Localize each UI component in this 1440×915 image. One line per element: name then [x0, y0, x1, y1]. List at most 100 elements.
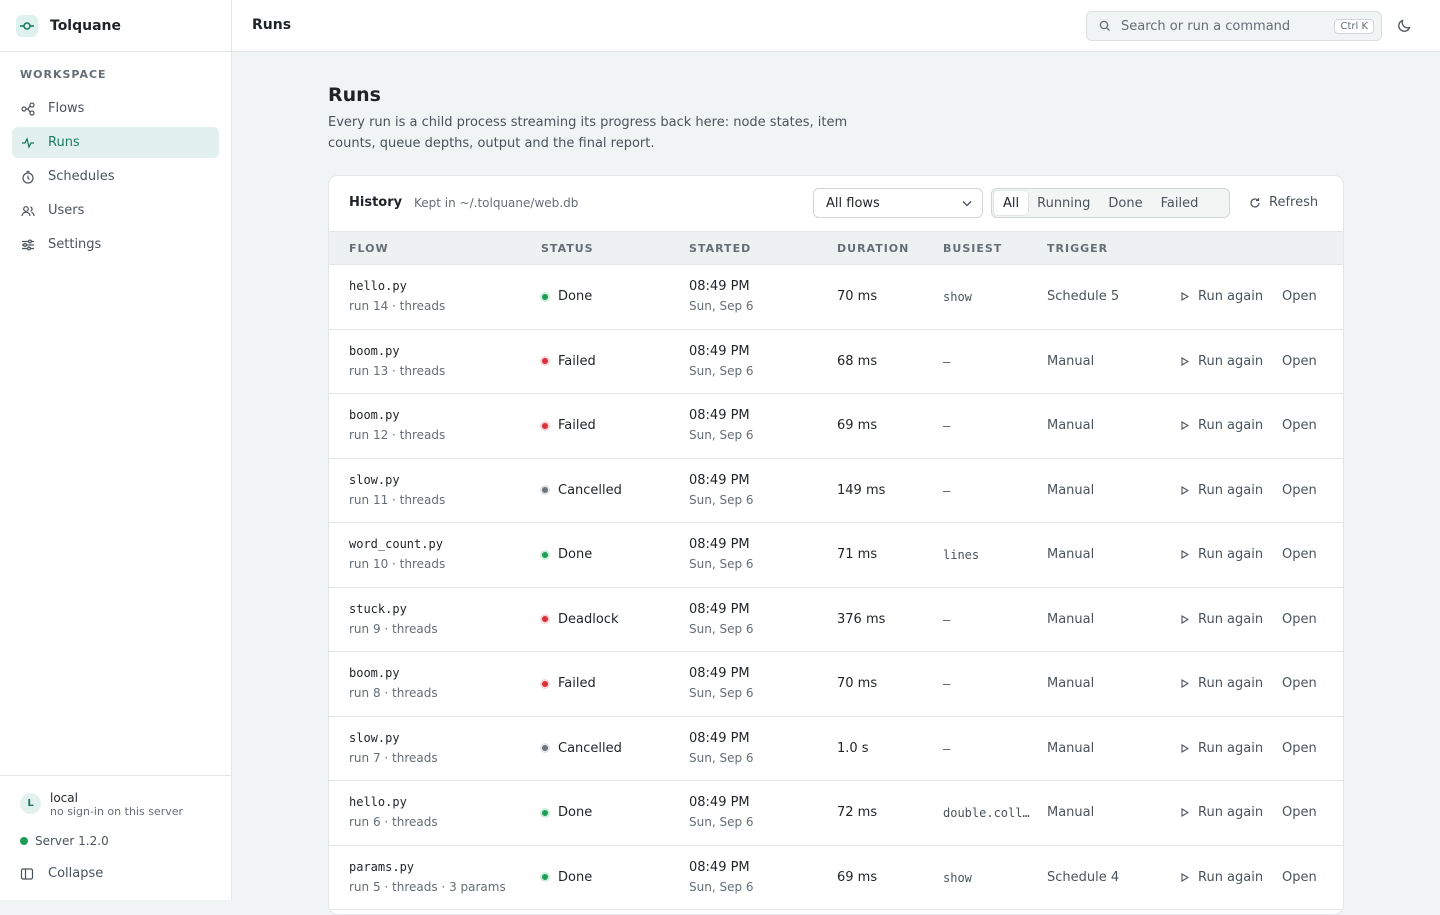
user-card[interactable]: L local no sign-in on this server	[20, 792, 183, 819]
busiest-node: —	[943, 677, 951, 691]
filter-failed[interactable]: Failed	[1152, 191, 1208, 215]
brand[interactable]: Tolquane	[0, 0, 231, 52]
status-dot-icon	[540, 291, 550, 302]
trigger: Manual	[1047, 353, 1095, 369]
filter-running[interactable]: Running	[1028, 191, 1099, 215]
duration: 69 ms	[837, 418, 878, 433]
open-button[interactable]: Open	[1282, 354, 1317, 369]
run-again-label: Run again	[1198, 547, 1264, 562]
refresh-button[interactable]: Refresh	[1249, 195, 1318, 210]
sidebar-item-schedules[interactable]: Schedules	[12, 161, 219, 192]
open-button[interactable]: Open	[1282, 805, 1317, 820]
sidebar-item-label: Schedules	[48, 169, 115, 184]
run-again-button[interactable]: Run again	[1181, 483, 1263, 498]
run-again-label: Run again	[1198, 611, 1264, 627]
topbar: Runs Search or run a command Ctrl K	[232, 0, 1440, 52]
table-row[interactable]: hello.py run 14 · threads Done 08:49 PM …	[329, 265, 1343, 330]
sidebar-item-settings[interactable]: Settings	[12, 229, 219, 260]
run-info: run 13 · threads	[349, 363, 446, 378]
table-body: hello.py run 14 · threads Done 08:49 PM …	[329, 265, 1343, 910]
duration: 376 ms	[837, 611, 886, 627]
busiest-node: —	[943, 741, 951, 756]
started-cell: 08:49 PM Sun, Sep 6	[689, 344, 754, 378]
run-again-button[interactable]: Run again	[1181, 676, 1263, 691]
open-button[interactable]: Open	[1282, 547, 1317, 562]
started-date: Sun, Sep 6	[689, 750, 754, 765]
busiest-node: —	[943, 612, 951, 627]
flow-filter-select[interactable]: All flows	[813, 188, 983, 218]
collapse-button[interactable]: Collapse	[20, 866, 103, 881]
table-row[interactable]: slow.py run 11 · threads Cancelled 08:49…	[329, 459, 1343, 523]
started-time: 08:49 PM	[689, 730, 750, 746]
sidebar-item-label: Settings	[48, 237, 102, 252]
duration: 1.0 s	[837, 740, 869, 756]
table-row[interactable]: params.py run 5 · threads · 3 params Don…	[329, 846, 1343, 910]
flow-cell: stuck.py run 9 · threads	[349, 602, 438, 636]
run-again-label: Run again	[1198, 482, 1264, 498]
table-row[interactable]: boom.py run 13 · threads Failed 08:49 PM…	[329, 330, 1343, 394]
history-location: Kept in ~/.tolquane/web.db	[414, 196, 579, 210]
status-badge: Done	[540, 805, 592, 820]
run-again-button[interactable]: Run again	[1181, 741, 1263, 756]
run-again-button[interactable]: Run again	[1181, 418, 1263, 433]
sidebar: Tolquane WORKSPACE Flows Runs Schedules …	[0, 0, 232, 900]
started-date: Sun, Sep 6	[689, 815, 754, 829]
status-label: Failed	[558, 353, 596, 369]
sidebar-item-runs[interactable]: Runs	[12, 127, 219, 158]
table-row[interactable]: boom.py run 12 · threads Failed 08:49 PM…	[329, 394, 1343, 459]
collapse-label: Collapse	[48, 866, 104, 881]
open-button[interactable]: Open	[1282, 870, 1317, 885]
table-row[interactable]: slow.py run 7 · threads Cancelled 08:49 …	[329, 717, 1343, 781]
duration: 72 ms	[837, 805, 878, 820]
open-button[interactable]: Open	[1282, 612, 1317, 627]
filter-done[interactable]: Done	[1099, 191, 1151, 215]
flow-cell: hello.py run 14 · threads	[349, 279, 445, 313]
sidebar-item-flows[interactable]: Flows	[12, 93, 219, 124]
search-icon	[1099, 20, 1110, 31]
run-again-button[interactable]: Run again	[1181, 289, 1263, 304]
run-again-button[interactable]: Run again	[1181, 805, 1263, 820]
duration: 70 ms	[837, 676, 878, 691]
run-again-button[interactable]: Run again	[1181, 354, 1263, 369]
column-busiest: BUSIEST	[943, 242, 1003, 255]
table-row[interactable]: word_count.py run 10 · threads Done 08:4…	[329, 523, 1343, 588]
history-card: History Kept in ~/.tolquane/web.db All f…	[328, 175, 1344, 915]
started-cell: 08:49 PM Sun, Sep 6	[689, 795, 754, 829]
status-dot-icon	[20, 837, 28, 845]
open-button[interactable]: Open	[1282, 483, 1317, 498]
run-again-button[interactable]: Run again	[1181, 547, 1263, 562]
run-info: run 5 · threads · 3 params	[349, 879, 506, 894]
started-time: 08:49 PM	[689, 795, 750, 810]
table-row[interactable]: hello.py run 6 · threads Done 08:49 PM S…	[329, 781, 1343, 846]
filter-all[interactable]: All	[994, 191, 1029, 215]
started-date: Sun, Sep 6	[689, 879, 754, 894]
busiest-node: show	[943, 870, 972, 885]
run-again-button[interactable]: Run again	[1181, 612, 1263, 627]
busiest-node: double.coll…	[943, 806, 1030, 820]
play-icon	[1181, 808, 1189, 817]
sliders-icon	[22, 238, 34, 251]
run-again-label: Run again	[1198, 289, 1264, 304]
play-icon	[1181, 872, 1189, 882]
open-button[interactable]: Open	[1282, 676, 1317, 691]
run-again-label: Run again	[1198, 805, 1264, 820]
status-dot-icon	[540, 420, 550, 431]
sidebar-item-users[interactable]: Users	[12, 195, 219, 226]
open-button[interactable]: Open	[1282, 418, 1317, 433]
open-button[interactable]: Open	[1282, 289, 1317, 304]
table-row[interactable]: boom.py run 8 · threads Failed 08:49 PM …	[329, 652, 1343, 717]
run-again-button[interactable]: Run again	[1181, 870, 1263, 885]
status-filter: All Running Done Failed	[991, 188, 1230, 218]
flow-name: slow.py	[349, 472, 400, 487]
table-row[interactable]: stuck.py run 9 · threads Deadlock 08:49 …	[329, 588, 1343, 652]
column-duration: DURATION	[837, 242, 910, 255]
open-button[interactable]: Open	[1282, 741, 1317, 756]
search-input[interactable]: Search or run a command Ctrl K	[1086, 11, 1382, 41]
column-trigger: TRIGGER	[1047, 242, 1109, 255]
moon-icon	[1398, 19, 1411, 32]
play-icon	[1181, 614, 1189, 624]
theme-toggle-button[interactable]	[1397, 18, 1412, 37]
play-icon	[1181, 485, 1189, 495]
sidebar-item-label: Flows	[48, 101, 85, 116]
run-again-label: Run again	[1198, 676, 1264, 691]
